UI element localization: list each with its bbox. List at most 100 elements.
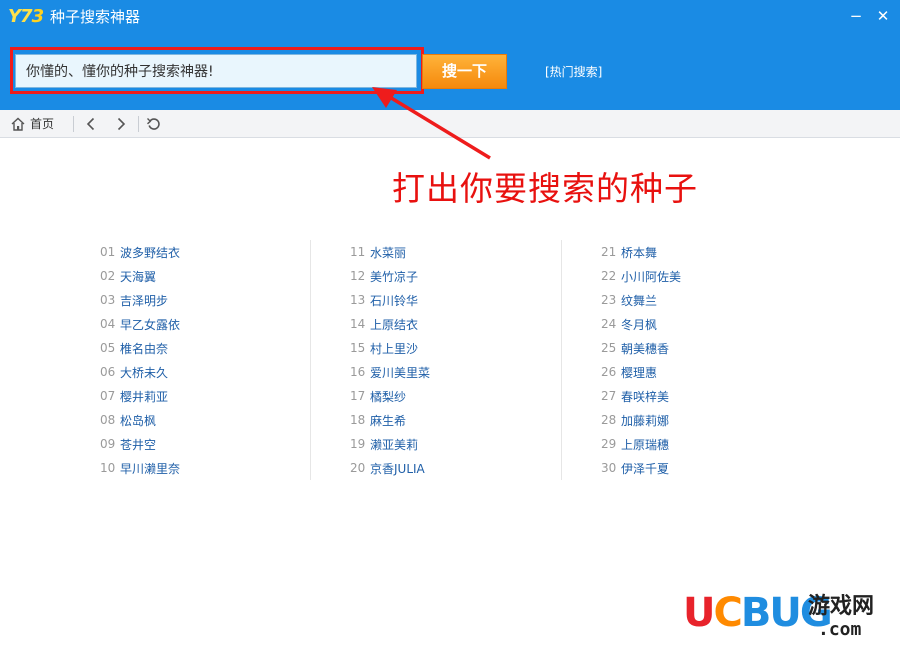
home-label: 首页 [30, 117, 55, 131]
list-item[interactable]: 05 椎名由奈 [100, 336, 180, 360]
home-button[interactable]: 首页 [10, 115, 54, 133]
item-link[interactable]: 伊泽千夏 [621, 460, 669, 477]
item-link[interactable]: 波多野结衣 [120, 244, 180, 261]
item-number: 26 [601, 365, 617, 379]
list-item[interactable]: 22 小川阿佐美 [601, 264, 681, 288]
item-link[interactable]: 加藤莉娜 [621, 412, 669, 429]
item-link[interactable]: 早乙女露依 [120, 316, 180, 333]
item-link[interactable]: 麻生希 [370, 412, 406, 429]
list-item[interactable]: 13 石川铃华 [350, 288, 430, 312]
column-divider [561, 240, 562, 480]
list-item[interactable]: 01 波多野结衣 [100, 240, 180, 264]
item-link[interactable]: 濑亚美莉 [370, 436, 418, 453]
item-number: 14 [350, 317, 366, 331]
item-link[interactable]: 上原结衣 [370, 316, 418, 333]
list-column-3: 21 桥本舞 22 小川阿佐美 23 纹舞兰 24 冬月枫 25 朝美穗香 26 樱理惠 27 春咲梓美 2… [601, 240, 681, 480]
list-item[interactable]: 29 上原瑞穗 [601, 432, 681, 456]
item-link[interactable]: 小川阿佐美 [621, 268, 681, 285]
list-item[interactable]: 17 橘梨纱 [350, 384, 430, 408]
item-link[interactable]: 春咲梓美 [621, 388, 669, 405]
item-number: 10 [100, 461, 116, 475]
item-link[interactable]: 美竹凉子 [370, 268, 418, 285]
item-link[interactable]: 京香JULIA [370, 460, 425, 477]
item-link[interactable]: 早川濑里奈 [120, 460, 180, 477]
list-item[interactable]: 28 加藤莉娜 [601, 408, 681, 432]
list-item[interactable]: 10 早川濑里奈 [100, 456, 180, 480]
item-number: 22 [601, 269, 617, 283]
item-link[interactable]: 水菜丽 [370, 244, 406, 261]
list-item[interactable]: 23 纹舞兰 [601, 288, 681, 312]
search-input[interactable] [15, 54, 417, 88]
item-number: 27 [601, 389, 617, 403]
item-number: 18 [350, 413, 366, 427]
item-number: 02 [100, 269, 116, 283]
list-item[interactable]: 09 苍井空 [100, 432, 180, 456]
list-item[interactable]: 18 麻生希 [350, 408, 430, 432]
list-item[interactable]: 14 上原结衣 [350, 312, 430, 336]
watermark-text: 游戏网 [808, 593, 875, 619]
item-number: 17 [350, 389, 366, 403]
list-item[interactable]: 24 冬月枫 [601, 312, 681, 336]
item-link[interactable]: 朝美穗香 [621, 340, 669, 357]
item-number: 20 [350, 461, 366, 475]
list-item[interactable]: 21 桥本舞 [601, 240, 681, 264]
item-link[interactable]: 苍井空 [120, 436, 156, 453]
search-button[interactable]: 搜一下 [422, 54, 507, 89]
item-link[interactable]: 松岛枫 [120, 412, 156, 429]
item-link[interactable]: 樱理惠 [621, 364, 657, 381]
list-column-1: 01 波多野结衣 02 天海翼 03 吉泽明步 04 早乙女露依 05 椎名由奈 06 大桥未久 07 樱… [100, 240, 180, 480]
minimize-button[interactable]: − [845, 6, 867, 26]
item-number: 25 [601, 341, 617, 355]
list-item[interactable]: 15 村上里沙 [350, 336, 430, 360]
list-item[interactable]: 02 天海翼 [100, 264, 180, 288]
list-item[interactable]: 04 早乙女露依 [100, 312, 180, 336]
list-item[interactable]: 06 大桥未久 [100, 360, 180, 384]
hot-search-link[interactable]: [热门搜索] [545, 63, 602, 81]
close-button[interactable]: ✕ [872, 6, 894, 26]
item-number: 19 [350, 437, 366, 451]
item-number: 08 [100, 413, 116, 427]
item-number: 13 [350, 293, 366, 307]
list-item[interactable]: 27 春咲梓美 [601, 384, 681, 408]
nav-toolbar: 首页 [0, 110, 900, 138]
app-logo: Y73 [8, 6, 44, 27]
item-number: 04 [100, 317, 116, 331]
item-link[interactable]: 村上里沙 [370, 340, 418, 357]
item-link[interactable]: 椎名由奈 [120, 340, 168, 357]
item-link[interactable]: 桥本舞 [621, 244, 657, 261]
item-link[interactable]: 橘梨纱 [370, 388, 406, 405]
list-item[interactable]: 19 濑亚美莉 [350, 432, 430, 456]
list-item[interactable]: 30 伊泽千夏 [601, 456, 681, 480]
forward-icon[interactable] [113, 116, 129, 132]
search-bar: 搜一下 [热门搜索] [0, 34, 900, 110]
item-link[interactable]: 上原瑞穗 [621, 436, 669, 453]
list-item[interactable]: 20 京香JULIA [350, 456, 430, 480]
item-number: 30 [601, 461, 617, 475]
item-link[interactable]: 天海翼 [120, 268, 156, 285]
refresh-icon[interactable] [146, 116, 162, 132]
list-item[interactable]: 25 朝美穗香 [601, 336, 681, 360]
item-link[interactable]: 爱川美里菜 [370, 364, 430, 381]
item-link[interactable]: 冬月枫 [621, 316, 657, 333]
column-divider [310, 240, 311, 480]
item-number: 07 [100, 389, 116, 403]
list-column-2: 11 水菜丽 12 美竹凉子 13 石川铃华 14 上原结衣 15 村上里沙 16 爱川美里菜 17 橘梨… [350, 240, 430, 480]
item-number: 28 [601, 413, 617, 427]
item-link[interactable]: 大桥未久 [120, 364, 168, 381]
list-item[interactable]: 11 水菜丽 [350, 240, 430, 264]
item-link[interactable]: 纹舞兰 [621, 292, 657, 309]
item-link[interactable]: 吉泽明步 [120, 292, 168, 309]
home-icon [11, 117, 25, 131]
list-item[interactable]: 07 樱井莉亚 [100, 384, 180, 408]
back-icon[interactable] [83, 116, 99, 132]
list-item[interactable]: 08 松岛枫 [100, 408, 180, 432]
app-window: Y73 种子搜索神器 − ✕ 搜一下 [热门搜索] 首页 [0, 0, 900, 650]
item-link[interactable]: 樱井莉亚 [120, 388, 168, 405]
list-item[interactable]: 16 爱川美里菜 [350, 360, 430, 384]
item-number: 06 [100, 365, 116, 379]
list-item[interactable]: 12 美竹凉子 [350, 264, 430, 288]
list-item[interactable]: 26 樱理惠 [601, 360, 681, 384]
list-item[interactable]: 03 吉泽明步 [100, 288, 180, 312]
watermark-domain: .com [818, 619, 862, 640]
item-link[interactable]: 石川铃华 [370, 292, 418, 309]
